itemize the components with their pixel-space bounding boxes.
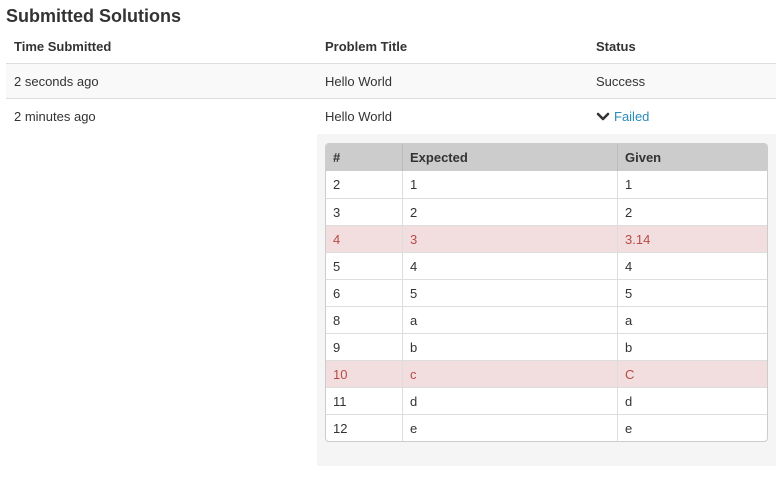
test-result-row-mismatch: 4 3 3.14 — [326, 225, 767, 252]
given-value: a — [625, 312, 633, 328]
chevron-down-icon[interactable] — [596, 111, 610, 123]
case-number: 2 — [326, 171, 403, 198]
status-failed-toggle[interactable]: Failed — [596, 109, 649, 124]
expected-value: d — [403, 388, 618, 414]
test-result-row: 322 — [326, 198, 767, 225]
test-result-row: 544 — [326, 252, 767, 279]
failure-details-panel: # Expected Given 2 1 1 3 2 2 4 3 3.14 5 4 4 6 5 5 8 a a 9 b… — [317, 134, 776, 466]
given-value: 5 — [625, 285, 633, 301]
expected-value: 1 — [403, 171, 618, 198]
test-result-row: 9bb — [326, 333, 767, 360]
submission-time: 2 seconds ago — [14, 73, 99, 89]
given-value: e — [625, 420, 633, 436]
expected-value: c — [403, 361, 618, 387]
given-value: d — [625, 393, 633, 409]
given-value: 1 — [625, 177, 633, 192]
test-result-row: 655 — [326, 279, 767, 306]
test-result-row: 11 d d — [326, 387, 767, 414]
solution-row: 2 seconds ago Hello World Success — [6, 64, 776, 99]
test-results-table: # Expected Given 2 1 1 3 2 2 4 3 3.14 5 4 4 6 5 5 8 a a 9 b… — [325, 143, 768, 442]
expected-value: b — [403, 334, 618, 360]
given-value: C — [625, 366, 635, 382]
case-number: 8 — [326, 307, 403, 333]
case-number: 6 — [326, 280, 403, 306]
header-time-submitted: Time Submitted — [14, 38, 112, 54]
solutions-header-row: Time Submitted Problem Title Status — [6, 29, 776, 64]
case-number: 5 — [326, 253, 403, 279]
header-given: Given — [625, 150, 662, 165]
test-result-row: 8aa — [326, 306, 767, 333]
problem-title: Hello World — [325, 73, 392, 89]
test-result-row-mismatch: 10 c C — [326, 360, 767, 387]
expected-value: 2 — [403, 199, 618, 225]
test-results-header: # Expected Given — [326, 144, 767, 171]
case-number: 10 — [326, 361, 403, 387]
problem-title: Hello World — [325, 109, 392, 124]
expected-value: 5 — [403, 280, 618, 306]
header-problem-title: Problem Title — [325, 38, 408, 54]
header-status: Status — [596, 38, 636, 54]
case-number: 9 — [326, 334, 403, 360]
submission-time: 2 minutes ago — [14, 109, 96, 124]
expected-value: a — [403, 307, 618, 333]
header-case-number: # — [326, 144, 403, 171]
status-failed-link[interactable]: Failed — [614, 109, 649, 124]
case-number: 3 — [326, 199, 403, 225]
case-number: 11 — [326, 388, 403, 414]
expected-value: 4 — [403, 253, 618, 279]
given-value: 2 — [625, 204, 633, 220]
solutions-table: Time Submitted Problem Title Status 2 se… — [6, 29, 776, 466]
solution-row: 2 minutes ago Hello World Failed — [6, 99, 776, 134]
case-number: 12 — [326, 415, 403, 441]
status-success: Success — [596, 73, 646, 89]
header-expected: Expected — [403, 144, 618, 171]
expected-value: e — [403, 415, 618, 441]
expected-value: 3 — [403, 226, 618, 252]
case-number: 4 — [326, 226, 403, 252]
given-value: b — [625, 339, 633, 355]
test-result-row: 211 — [326, 171, 767, 198]
given-value: 4 — [625, 258, 633, 274]
page-title: Submitted Solutions — [6, 6, 181, 26]
test-result-row: 12 e e — [326, 414, 767, 441]
given-value: 3.14 — [625, 231, 651, 247]
